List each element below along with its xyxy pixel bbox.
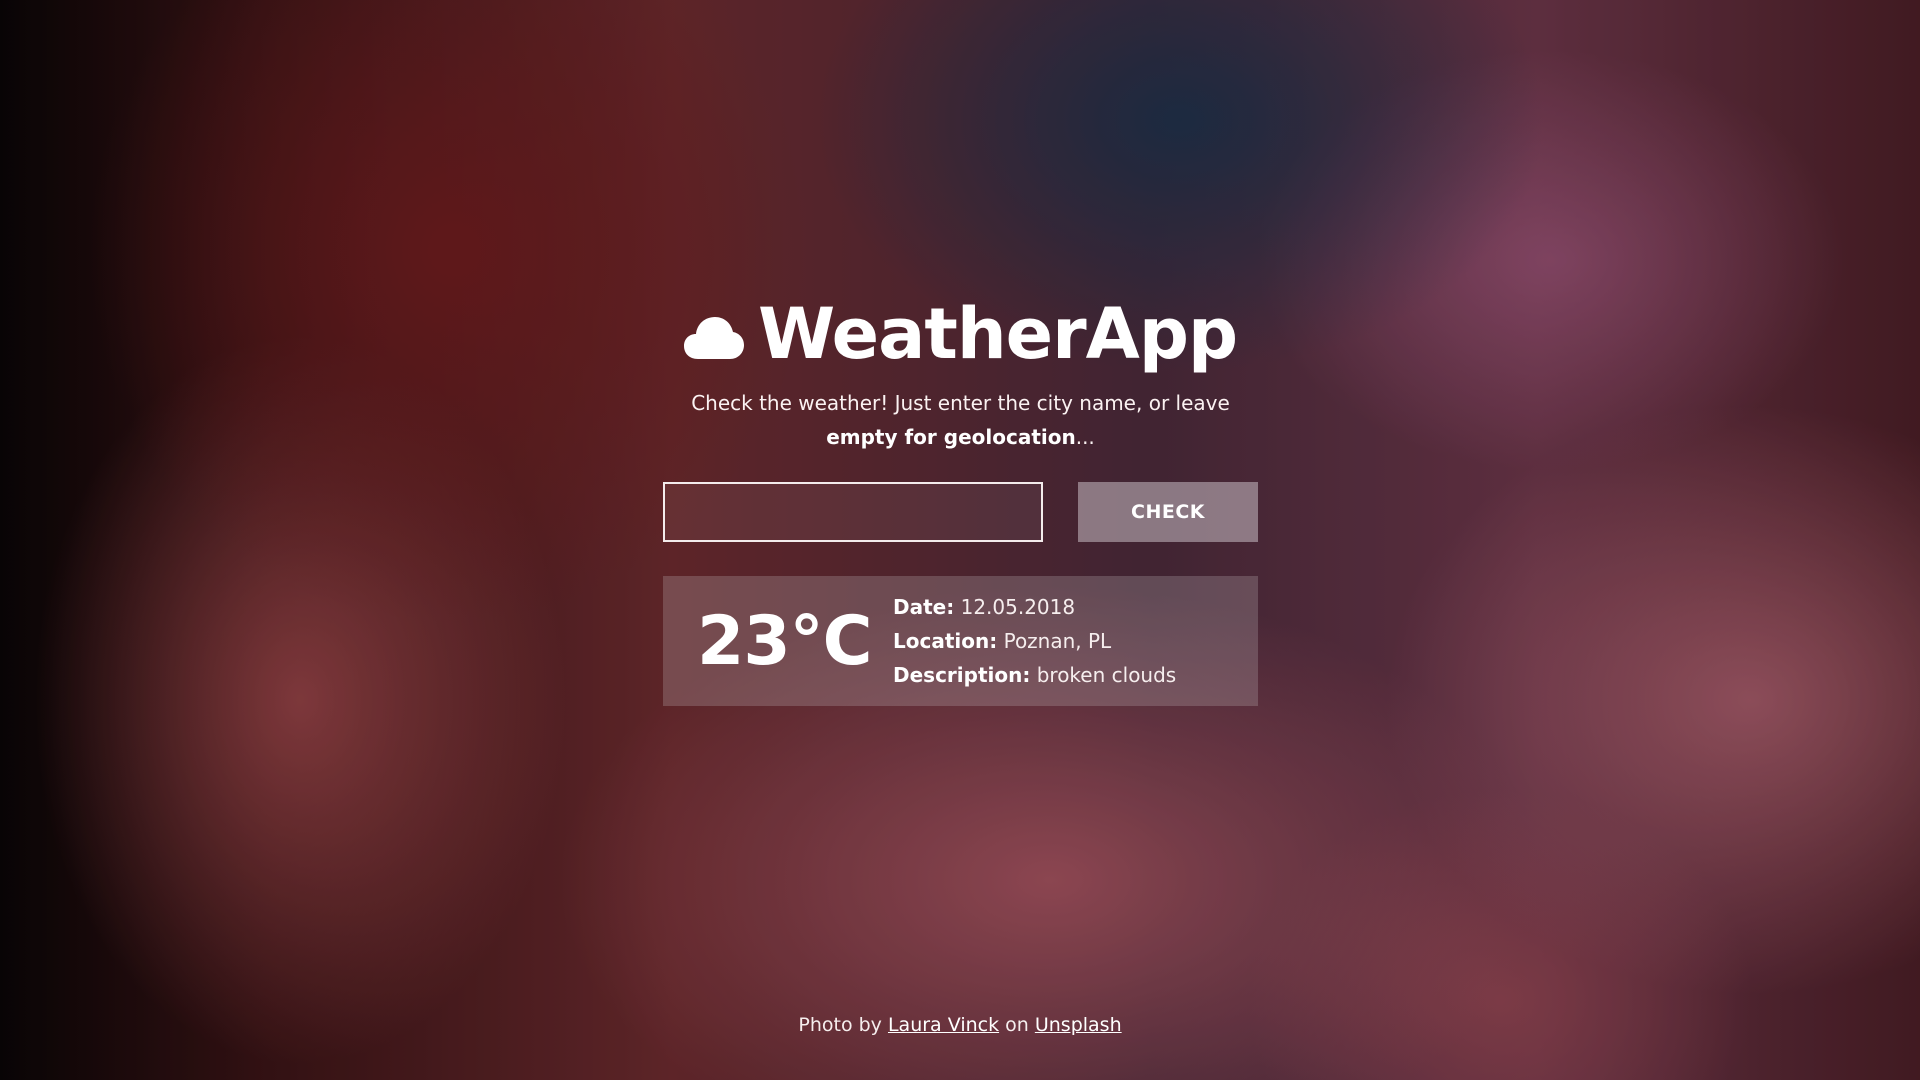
unsplash-link[interactable]: Unsplash (1035, 1014, 1122, 1036)
location-value: Poznan, PL (1003, 629, 1112, 653)
check-button[interactable]: CHECK (1078, 482, 1258, 542)
city-input[interactable] (663, 482, 1043, 542)
location-label: Location: (893, 629, 998, 653)
description-row: Description: broken clouds (893, 658, 1176, 692)
date-value: 12.05.2018 (960, 595, 1076, 619)
date-label: Date: (893, 595, 955, 619)
app-subtitle: Check the weather! Just enter the city n… (663, 386, 1258, 454)
location-row: Location: Poznan, PL (893, 624, 1176, 658)
photo-credit: Photo by Laura Vinck on Unsplash (0, 1014, 1920, 1036)
subtitle-ellipsis: ... (1075, 425, 1095, 449)
weather-result-card: 23°C Date: 12.05.2018 Location: Poznan, … (663, 576, 1258, 706)
search-form: CHECK (663, 482, 1258, 542)
cloud-icon (683, 317, 744, 359)
subtitle-emphasis: empty for geolocation (826, 425, 1076, 449)
description-value: broken clouds (1036, 663, 1177, 687)
temperature-value: 23°C (697, 601, 873, 681)
date-row: Date: 12.05.2018 (893, 590, 1176, 624)
author-link[interactable]: Laura Vinck (888, 1014, 999, 1036)
app-container: WeatherApp Check the weather! Just enter… (663, 292, 1258, 706)
credit-middle: on (999, 1014, 1035, 1036)
app-title: WeatherApp (757, 293, 1238, 375)
app-header: WeatherApp (663, 292, 1258, 376)
description-label: Description: (893, 663, 1031, 687)
credit-prefix: Photo by (798, 1014, 888, 1036)
weather-details: Date: 12.05.2018 Location: Poznan, PL De… (893, 590, 1176, 692)
subtitle-text: Check the weather! Just enter the city n… (691, 391, 1230, 415)
